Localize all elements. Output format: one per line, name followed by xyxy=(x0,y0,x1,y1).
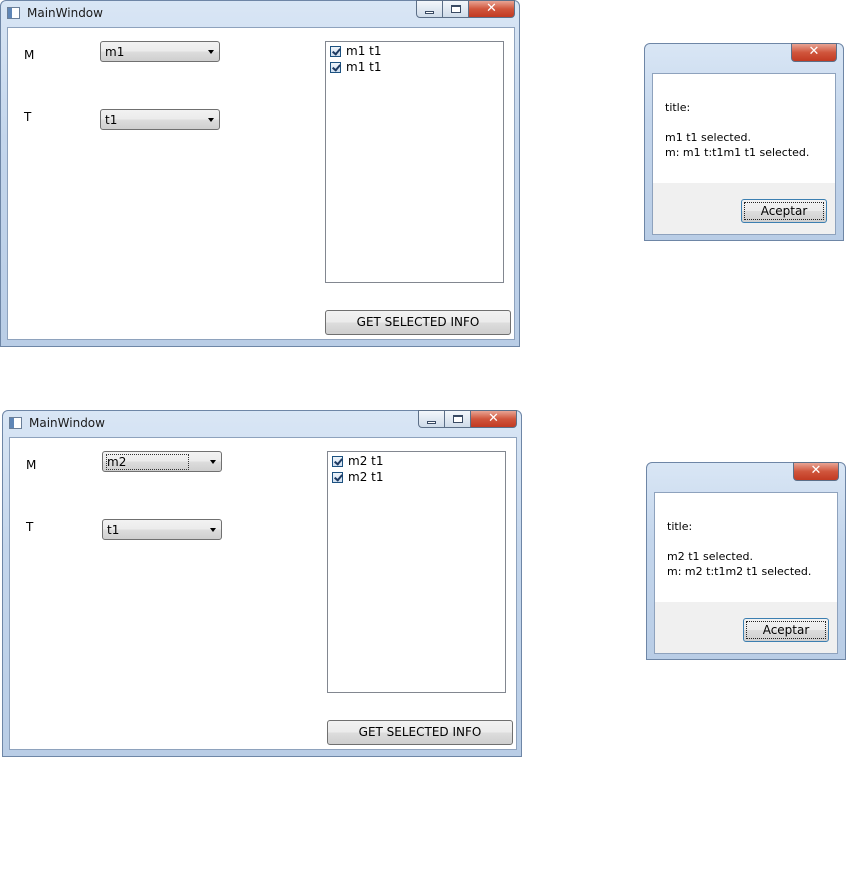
label-t: T xyxy=(24,110,32,124)
close-icon: ✕ xyxy=(810,463,822,478)
message-box-1: ✕ title: m1 t1 selected. m: m1 t:t1m1 t1… xyxy=(644,43,844,241)
combo-t-value: t1 xyxy=(105,113,118,127)
checkbox-list[interactable]: m2 t1 m2 t1 xyxy=(327,451,506,693)
aceptar-button[interactable]: Aceptar xyxy=(741,199,827,223)
get-selected-info-button[interactable]: GET SELECTED INFO xyxy=(325,310,511,335)
dialog-line-selected: m1 t1 selected. xyxy=(665,131,751,144)
close-icon: ✕ xyxy=(808,44,820,59)
close-icon: ✕ xyxy=(488,411,499,426)
caption-buttons: ✕ xyxy=(416,0,515,19)
caption-buttons: ✕ xyxy=(418,410,517,429)
window-title: MainWindow xyxy=(27,6,103,20)
combo-m-value: m2 xyxy=(105,454,190,470)
chevron-down-icon xyxy=(210,528,216,532)
main-window-1: MainWindow ✕ M T m1 t1 m1 t1 m1 t1 GET S… xyxy=(0,0,520,347)
list-item[interactable]: m2 t1 xyxy=(328,469,505,485)
dialog-line-title: title: xyxy=(665,101,691,114)
get-selected-info-button[interactable]: GET SELECTED INFO xyxy=(327,720,513,745)
checkmark-icon[interactable] xyxy=(332,471,343,483)
title-bar[interactable]: MainWindow ✕ xyxy=(1,0,519,27)
dialog-message: title: m1 t1 selected. m: m1 t:t1m1 t1 s… xyxy=(665,100,809,160)
dialog-line-selected: m2 t1 selected. xyxy=(667,550,753,563)
dialog-close-button[interactable]: ✕ xyxy=(791,43,837,62)
label-t: T xyxy=(26,520,34,534)
focus-rect xyxy=(744,202,824,220)
list-item[interactable]: m2 t1 xyxy=(328,453,505,469)
checkmark-icon[interactable] xyxy=(330,61,341,73)
minimize-button[interactable] xyxy=(416,0,443,18)
list-item-label: m1 t1 xyxy=(346,44,382,58)
close-button[interactable]: ✕ xyxy=(469,0,515,18)
close-icon: ✕ xyxy=(486,1,497,16)
dialog-line-title: title: xyxy=(667,520,693,533)
title-bar[interactable]: MainWindow ✕ xyxy=(3,410,521,437)
window-client-area: M T m2 t1 m2 t1 m2 t1 GET SELECTED INFO xyxy=(9,437,517,750)
window-client-area: M T m1 t1 m1 t1 m1 t1 GET SELECTED INFO xyxy=(7,27,515,340)
app-icon[interactable] xyxy=(7,7,20,19)
dialog-footer: Aceptar xyxy=(653,183,835,234)
maximize-button[interactable] xyxy=(445,410,471,428)
main-window-2: MainWindow ✕ M T m2 t1 m2 t1 m2 t1 GET S… xyxy=(2,410,522,757)
chevron-down-icon xyxy=(208,50,214,54)
combo-t[interactable]: t1 xyxy=(100,109,220,130)
list-item-label: m2 t1 xyxy=(348,470,384,484)
dialog-footer: Aceptar xyxy=(655,602,837,653)
chevron-down-icon xyxy=(210,460,216,464)
dialog-client-area: title: m1 t1 selected. m: m1 t:t1m1 t1 s… xyxy=(652,73,836,235)
dialog-message: title: m2 t1 selected. m: m2 t:t1m2 t1 s… xyxy=(667,519,811,579)
combo-t[interactable]: t1 xyxy=(102,519,222,540)
window-title: MainWindow xyxy=(29,416,105,430)
chevron-down-icon xyxy=(208,118,214,122)
close-button[interactable]: ✕ xyxy=(471,410,517,428)
dialog-line-detail: m: m2 t:t1m2 t1 selected. xyxy=(667,565,812,578)
checkmark-icon[interactable] xyxy=(332,455,343,467)
minimize-icon xyxy=(427,421,436,424)
list-item[interactable]: m1 t1 xyxy=(326,43,503,59)
dialog-client-area: title: m2 t1 selected. m: m2 t:t1m2 t1 s… xyxy=(654,492,838,654)
checkbox-list[interactable]: m1 t1 m1 t1 xyxy=(325,41,504,283)
combo-m-value: m1 xyxy=(105,45,125,59)
dialog-line-detail: m: m1 t:t1m1 t1 selected. xyxy=(665,146,810,159)
list-item-label: m2 t1 xyxy=(348,454,384,468)
minimize-button[interactable] xyxy=(418,410,445,428)
list-item[interactable]: m1 t1 xyxy=(326,59,503,75)
dialog-close-button[interactable]: ✕ xyxy=(793,462,839,481)
combo-m[interactable]: m2 xyxy=(102,451,222,472)
app-icon[interactable] xyxy=(9,417,22,429)
message-box-2: ✕ title: m2 t1 selected. m: m2 t:t1m2 t1… xyxy=(646,462,846,660)
combo-t-value: t1 xyxy=(107,523,120,537)
checkmark-icon[interactable] xyxy=(330,45,341,57)
combo-m[interactable]: m1 xyxy=(100,41,220,62)
maximize-icon xyxy=(451,5,461,13)
minimize-icon xyxy=(425,11,434,14)
maximize-icon xyxy=(453,415,463,423)
label-m: M xyxy=(24,48,35,62)
aceptar-button[interactable]: Aceptar xyxy=(743,618,829,642)
focus-rect xyxy=(746,621,826,639)
list-item-label: m1 t1 xyxy=(346,60,382,74)
maximize-button[interactable] xyxy=(443,0,469,18)
label-m: M xyxy=(26,458,37,472)
